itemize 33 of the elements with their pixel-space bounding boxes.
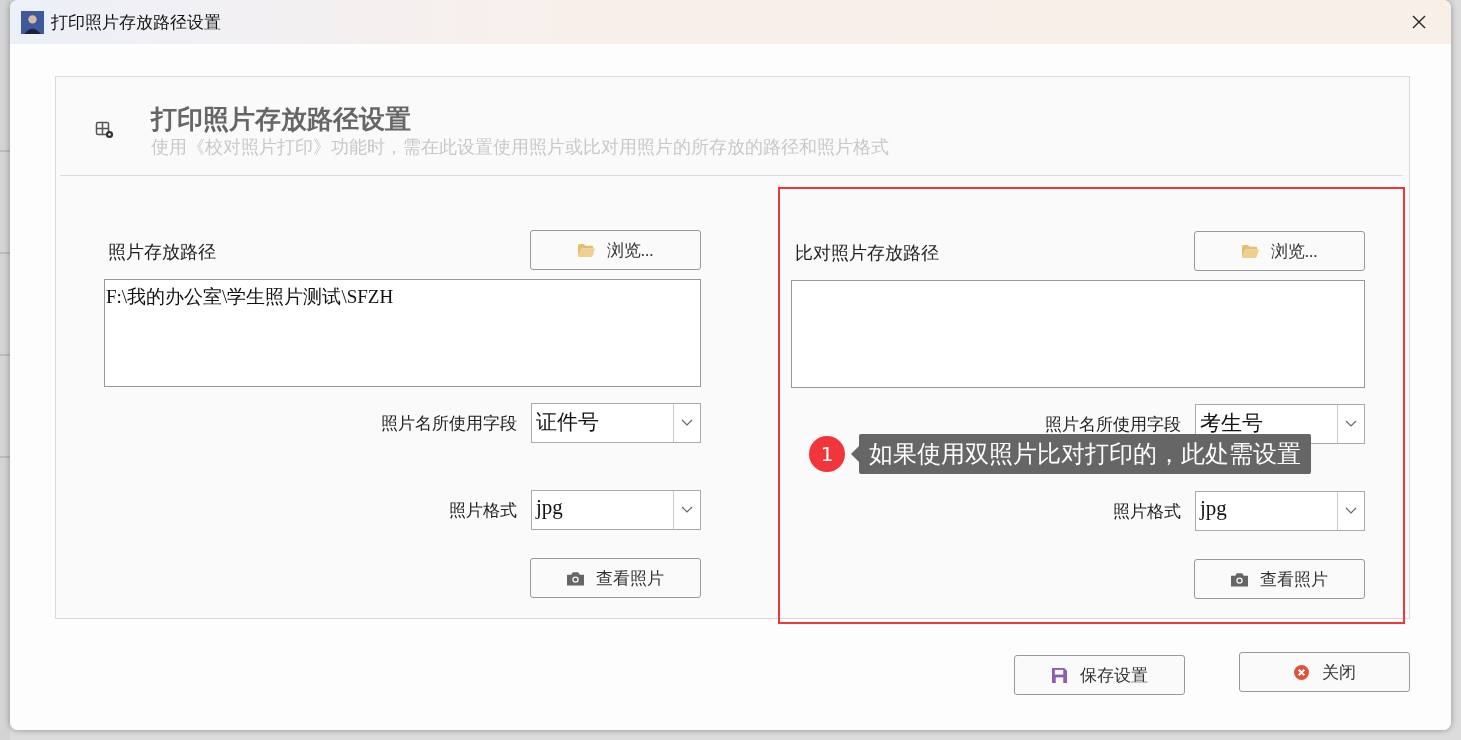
dropdown[interactable]: jpg — [531, 490, 701, 530]
app-icon — [21, 10, 44, 34]
view-photo-button[interactable]: 查看照片 — [530, 558, 701, 598]
dropdown[interactable]: 证件号 — [531, 403, 701, 443]
camera-icon — [1231, 571, 1248, 587]
browse-button[interactable]: 浏览... — [530, 230, 701, 270]
chevron-down-icon — [1345, 507, 1357, 515]
close-circle-icon — [1293, 664, 1310, 680]
field-label: 照片格式 — [1113, 500, 1181, 523]
close-icon — [1411, 14, 1427, 30]
field-label: 照片格式 — [449, 499, 517, 522]
field-label: 照片名所使用字段 — [381, 412, 517, 435]
view-photo-button[interactable]: 查看照片 — [1194, 559, 1365, 599]
panel-title: 打印照片存放路径设置 — [151, 103, 412, 135]
step-badge: 1 — [809, 436, 845, 472]
chevron-down-icon — [681, 506, 693, 514]
field-label: 照片名所使用字段 — [1045, 413, 1181, 436]
folder-icon — [577, 242, 595, 258]
chevron-down-icon — [681, 419, 693, 427]
window-title: 打印照片存放路径设置 — [51, 10, 221, 34]
dropdown[interactable]: jpg — [1195, 491, 1365, 531]
window-gear-icon — [95, 120, 115, 140]
path-label: 照片存放路径 — [108, 241, 216, 264]
camera-icon — [567, 570, 584, 586]
path-label: 比对照片存放路径 — [795, 242, 939, 265]
callout-tooltip: 如果使用双照片比对打印的，此处需设置 — [859, 434, 1311, 474]
folder-icon — [1241, 243, 1259, 259]
close-button[interactable]: 关闭 — [1239, 652, 1410, 692]
chevron-down-icon — [1345, 420, 1357, 428]
path-field[interactable]: F:\我的办公室\学生照片测试\SFZH — [104, 279, 701, 387]
save-button[interactable]: 保存设置 — [1014, 655, 1185, 695]
browse-button[interactable]: 浏览... — [1194, 231, 1365, 271]
path-field[interactable] — [791, 280, 1365, 388]
